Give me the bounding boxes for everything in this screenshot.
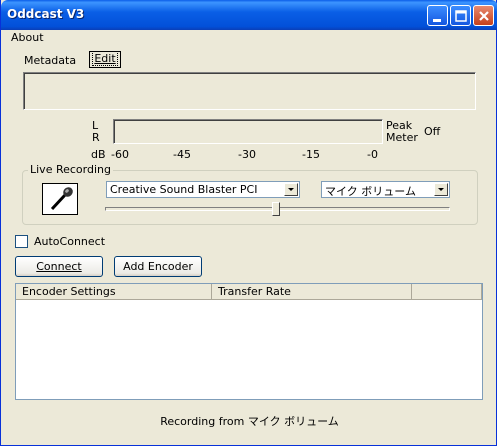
maximize-icon — [455, 10, 467, 22]
autoconnect-label: AutoConnect — [34, 235, 106, 248]
edit-metadata-button[interactable]: Edit — [89, 51, 121, 68]
connect-button-label: Connect — [36, 260, 82, 273]
audio-device-value: Creative Sound Blaster PCI — [110, 183, 258, 196]
scale-tick: -0 — [367, 148, 378, 161]
column-header-empty[interactable] — [412, 284, 482, 300]
close-button[interactable] — [473, 5, 494, 26]
encoder-list[interactable]: Encoder Settings Transfer Rate — [15, 283, 483, 400]
volume-slider-thumb[interactable] — [272, 202, 280, 216]
minimize-icon — [433, 19, 441, 22]
window-title: Oddcast V3 — [7, 7, 85, 21]
input-source-value: マイク ボリューム — [325, 185, 416, 198]
microphone-button[interactable] — [42, 183, 78, 215]
metadata-label: Metadata — [24, 54, 77, 67]
input-source-select[interactable]: マイク ボリューム — [321, 181, 450, 198]
peak-meter-bar — [113, 119, 383, 144]
chevron-down-icon[interactable] — [284, 183, 298, 196]
minimize-button[interactable] — [427, 5, 448, 26]
column-header-transfer-rate[interactable]: Transfer Rate — [212, 284, 412, 300]
live-recording-label: Live Recording — [28, 163, 113, 176]
edit-button-label: Edit — [92, 51, 118, 66]
chevron-down-icon[interactable] — [434, 183, 448, 196]
scale-tick: -30 — [238, 148, 256, 161]
column-header-label: Encoder Settings — [22, 285, 116, 298]
db-label: dB — [91, 148, 106, 161]
microphone-icon — [50, 187, 73, 211]
close-icon — [479, 11, 489, 21]
column-header-encoder-settings[interactable]: Encoder Settings — [16, 284, 212, 300]
menu-about[interactable]: About — [11, 31, 44, 44]
column-header-label: Transfer Rate — [218, 285, 291, 298]
metadata-display — [23, 72, 476, 110]
title-bar[interactable]: Oddcast V3 — [1, 0, 497, 30]
scale-tick: -60 — [111, 148, 129, 161]
autoconnect-checkbox[interactable] — [15, 235, 28, 248]
peak-meter-status: Off — [424, 125, 441, 138]
scale-tick: -15 — [302, 148, 320, 161]
audio-device-select[interactable]: Creative Sound Blaster PCI — [106, 181, 300, 198]
right-channel-label: R — [92, 131, 100, 144]
menu-bar: About — [2, 30, 496, 47]
status-text: Recording from マイク ボリューム — [160, 415, 339, 428]
add-encoder-button[interactable]: Add Encoder — [114, 256, 202, 277]
scale-tick: -45 — [173, 148, 191, 161]
meter-label: Meter — [386, 131, 418, 144]
connect-button[interactable]: Connect — [15, 256, 103, 277]
main-window: Oddcast V3 About Metadata Edit L R Peak … — [0, 0, 497, 446]
maximize-button[interactable] — [450, 5, 471, 26]
add-encoder-button-label: Add Encoder — [123, 260, 193, 273]
